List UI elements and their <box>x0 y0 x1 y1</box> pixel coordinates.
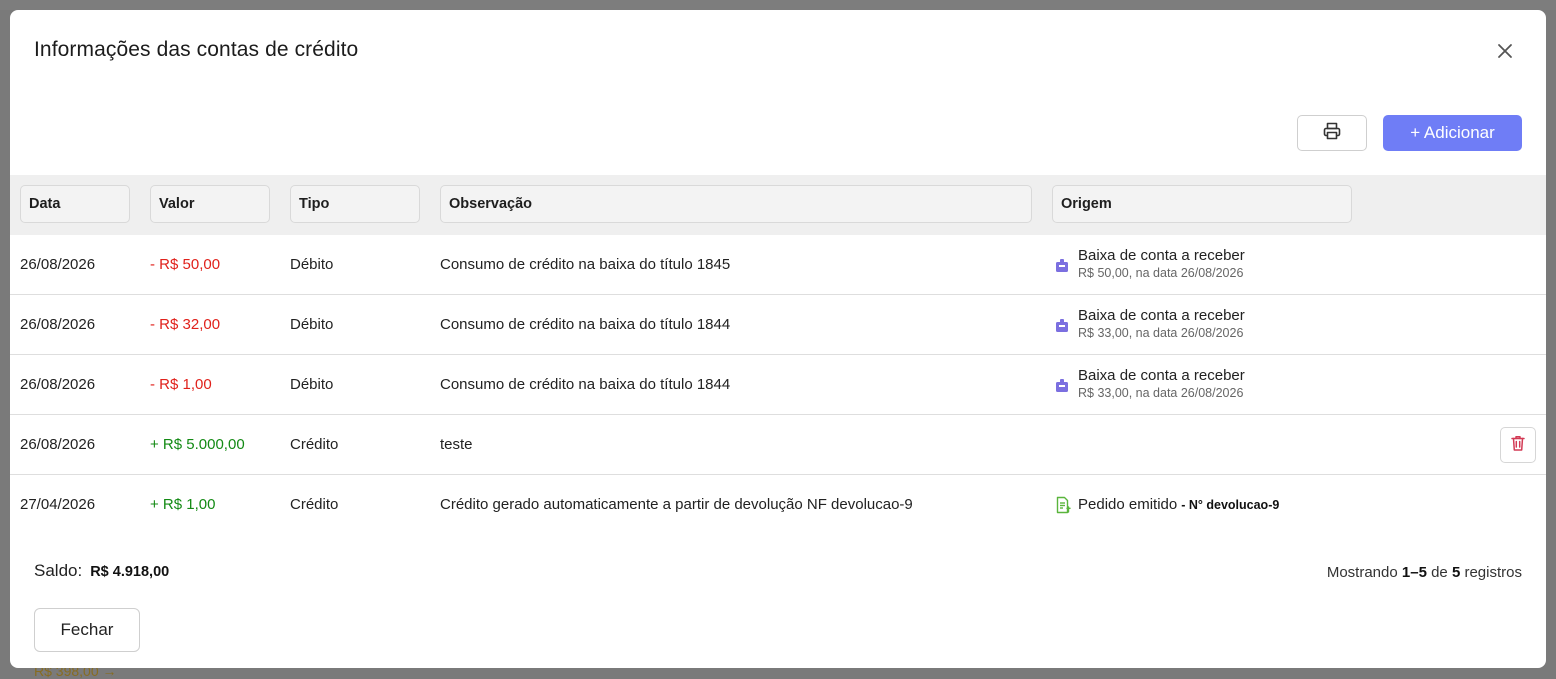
row-value: + R$ 1,00 <box>150 496 216 513</box>
origin-detail: R$ 50,00, na data 26/08/2026 <box>1078 265 1244 280</box>
row-note: Consumo de crédito na baixa do título 18… <box>440 376 731 393</box>
receivable-icon <box>1054 257 1070 273</box>
row-value: - R$ 32,00 <box>150 316 221 333</box>
balance: Saldo: R$ 4.918,00 <box>34 561 169 581</box>
row-date: 26/08/2026 <box>20 316 96 333</box>
records-prefix: Mostrando <box>1326 564 1398 581</box>
row-date: 26/08/2026 <box>20 376 96 393</box>
row-type: Débito <box>290 316 334 333</box>
table-header: Data Valor Tipo Observação Origem <box>10 175 1546 235</box>
records-mid: de <box>1431 564 1448 581</box>
origin-detail: R$ 33,00, na data 26/08/2026 <box>1078 325 1244 340</box>
close-icon[interactable] <box>1494 40 1516 62</box>
row-type: Crédito <box>290 436 339 453</box>
table-row: 26/08/2026 - R$ 1,00 Débito Consumo de c… <box>10 355 1546 415</box>
origin-title: Baixa de conta a receber <box>1078 247 1245 265</box>
row-origin[interactable]: Pedido emitido - N° devolucao-9 <box>1054 475 1279 534</box>
balance-label: Saldo: <box>34 561 83 580</box>
records-summary: Mostrando 1–5 de 5 registros <box>1327 564 1522 581</box>
row-date: 27/04/2026 <box>20 496 96 513</box>
row-date: 26/08/2026 <box>20 436 96 453</box>
row-origin[interactable]: Baixa de conta a receber R$ 33,00, na da… <box>1054 295 1245 354</box>
header-type[interactable]: Tipo <box>290 185 420 223</box>
row-value: - R$ 50,00 <box>150 256 221 273</box>
row-note: Crédito gerado automaticamente a partir … <box>440 496 913 513</box>
add-button[interactable]: + Adicionar <box>1383 115 1522 151</box>
trash-icon <box>1509 434 1527 457</box>
balance-value: R$ 4.918,00 <box>90 564 170 580</box>
table-row: 27/04/2026 + R$ 1,00 Crédito Crédito ger… <box>10 475 1546 535</box>
print-button[interactable] <box>1297 115 1367 151</box>
origin-title: Pedido emitido <box>1078 496 1178 513</box>
header-date[interactable]: Data <box>20 185 130 223</box>
origin-title: Baixa de conta a receber <box>1078 307 1245 325</box>
table-row: 26/08/2026 - R$ 32,00 Débito Consumo de … <box>10 295 1546 355</box>
row-type: Débito <box>290 256 334 273</box>
origin-title: Baixa de conta a receber <box>1078 367 1245 385</box>
row-origin[interactable]: Baixa de conta a receber R$ 33,00, na da… <box>1054 355 1245 414</box>
close-button[interactable]: Fechar <box>34 608 140 652</box>
row-type: Crédito <box>290 496 339 513</box>
row-note: teste <box>440 436 473 453</box>
row-type: Débito <box>290 376 334 393</box>
row-note: Consumo de crédito na baixa do título 18… <box>440 316 731 333</box>
credit-accounts-modal: Informações das contas de crédito + Adic… <box>10 10 1546 668</box>
records-suffix: registros <box>1464 564 1522 581</box>
modal-title: Informações das contas de crédito <box>34 38 359 61</box>
records-range: 1–5 <box>1401 564 1427 581</box>
backdrop <box>0 0 1556 10</box>
delete-button[interactable] <box>1500 427 1536 463</box>
header-note[interactable]: Observação <box>440 185 1032 223</box>
receivable-icon <box>1054 377 1070 393</box>
table-row: 26/08/2026 - R$ 50,00 Débito Consumo de … <box>10 235 1546 295</box>
origin-detail: R$ 33,00, na data 26/08/2026 <box>1078 385 1244 400</box>
row-note: Consumo de crédito na baixa do título 18… <box>440 256 731 273</box>
order-document-icon <box>1054 496 1072 514</box>
row-date: 26/08/2026 <box>20 256 96 273</box>
row-origin[interactable]: Baixa de conta a receber R$ 50,00, na da… <box>1054 235 1245 294</box>
row-value: - R$ 1,00 <box>150 376 212 393</box>
printer-icon <box>1322 121 1342 146</box>
row-value: + R$ 5.000,00 <box>150 436 245 453</box>
header-value[interactable]: Valor <box>150 185 270 223</box>
header-origin[interactable]: Origem <box>1052 185 1352 223</box>
records-total: 5 <box>1451 564 1461 581</box>
receivable-icon <box>1054 317 1070 333</box>
table-row: 26/08/2026 + R$ 5.000,00 Crédito teste <box>10 415 1546 475</box>
origin-order-number: - N° devolucao-9 <box>1181 497 1280 512</box>
